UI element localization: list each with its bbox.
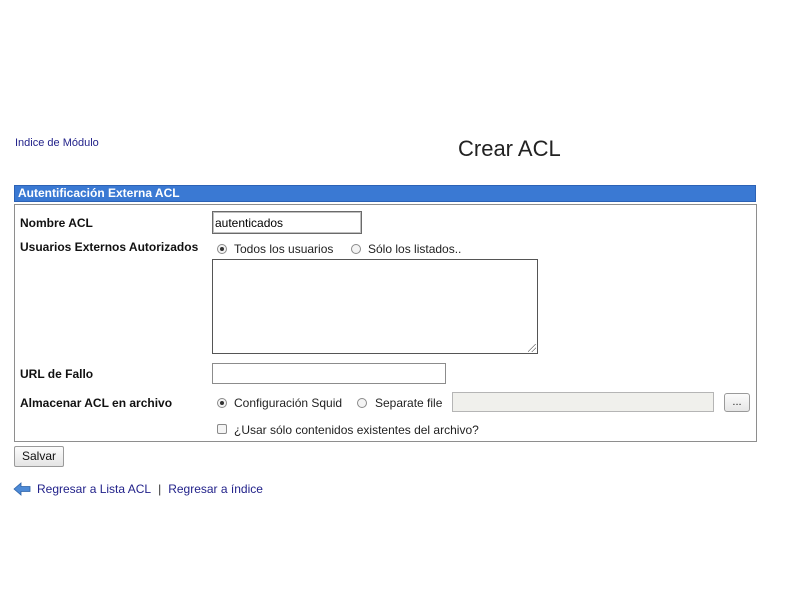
separate-file-radio[interactable] [357, 398, 367, 408]
fail-url-input[interactable] [212, 363, 446, 384]
acl-name-input[interactable] [212, 211, 362, 234]
page-title: Crear ACL [458, 136, 561, 161]
acl-name-label: Nombre ACL [20, 216, 93, 230]
back-arrow-icon[interactable] [13, 482, 31, 496]
resize-grip-icon[interactable] [528, 344, 536, 352]
module-index-link[interactable]: Indice de Módulo [15, 137, 99, 149]
use-existing-label: ¿Usar sólo contenidos existentes del arc… [234, 423, 479, 437]
squid-config-option-label: Configuración Squid [234, 396, 343, 410]
all-users-radio[interactable] [217, 244, 227, 254]
page: Indice de Módulo Crear ACL Autentificaci… [0, 0, 800, 600]
footer-nav: Regresar a Lista ACL | Regresar a índice [13, 482, 263, 496]
section-header: Autentificación Externa ACL [14, 185, 756, 202]
listed-users-option-label: Sólo los listados.. [368, 242, 462, 256]
users-list-wrapper [212, 259, 538, 354]
browse-file-button[interactable]: ... [724, 393, 750, 412]
listed-users-radio[interactable] [351, 244, 361, 254]
all-users-option-label: Todos los usuarios [234, 242, 334, 256]
fail-url-label: URL de Fallo [20, 367, 94, 381]
back-to-index-link[interactable]: Regresar a índice [168, 482, 263, 496]
users-list-textarea[interactable] [212, 259, 538, 354]
save-button[interactable]: Salvar [14, 446, 64, 467]
file-path-input[interactable] [452, 392, 714, 412]
nav-separator: | [158, 482, 162, 496]
back-to-acl-list-link[interactable]: Regresar a Lista ACL [37, 482, 151, 496]
separate-file-option-label: Separate file [375, 396, 443, 410]
use-existing-checkbox[interactable] [217, 424, 227, 434]
store-file-label: Almacenar ACL en archivo [20, 396, 173, 410]
squid-config-radio[interactable] [217, 398, 227, 408]
external-users-label: Usuarios Externos Autorizados [20, 240, 199, 254]
